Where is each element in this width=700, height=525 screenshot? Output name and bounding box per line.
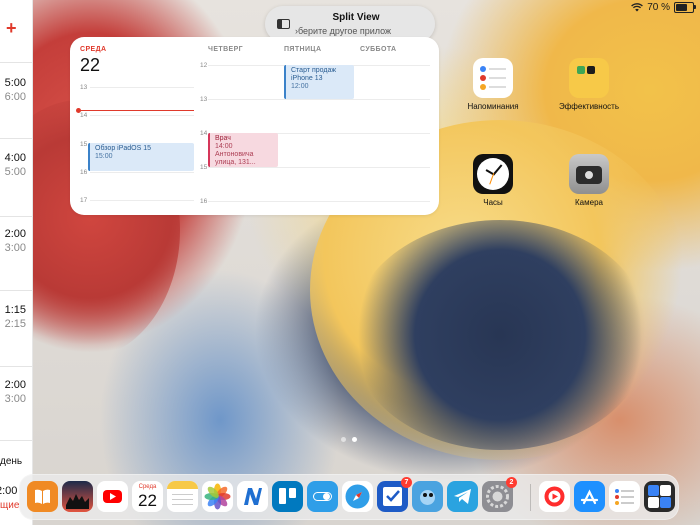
event-time: 14:00 xyxy=(215,143,233,150)
app-productivity-folder[interactable]: Эффективность xyxy=(554,58,624,111)
toggle-app-icon[interactable] xyxy=(307,481,338,512)
books-icon[interactable] xyxy=(27,481,58,512)
settings-badge: 2 xyxy=(506,477,517,488)
telegram-icon[interactable] xyxy=(447,481,478,512)
camera-icon xyxy=(569,154,609,194)
split-view-title: Split View xyxy=(332,12,380,23)
hour-label: 15 xyxy=(200,164,208,171)
dock-separator xyxy=(530,484,531,511)
hour-label: 16 xyxy=(80,169,88,176)
event-title: Врач xyxy=(215,135,231,142)
hour-label: 13 xyxy=(200,96,208,103)
reminders-icon[interactable] xyxy=(609,481,640,512)
page-dot-active xyxy=(352,437,357,442)
notes-icon[interactable] xyxy=(167,481,198,512)
nova-icon[interactable] xyxy=(237,481,268,512)
dock: Среда 22 7 2 xyxy=(19,474,679,520)
hour-label: 13 xyxy=(80,84,88,91)
current-time-indicator xyxy=(76,108,194,113)
news-icon[interactable] xyxy=(62,481,93,512)
tasks-app[interactable]: 7 xyxy=(377,477,412,512)
app-label: Эффективность xyxy=(558,102,620,111)
add-event-button[interactable]: + xyxy=(6,18,17,39)
event-end-time: 6:00 xyxy=(4,91,26,103)
trello-icon[interactable] xyxy=(272,481,303,512)
page-dot xyxy=(341,437,346,442)
event-doctor[interactable]: Врач 14:00 Антоновича улица, 131... xyxy=(208,133,278,167)
app-camera[interactable]: Камера xyxy=(554,154,624,207)
event-title: Старт продаж iPhone 13 xyxy=(291,67,337,82)
upcoming-label[interactable]: щие xyxy=(0,500,19,511)
translate-icon[interactable] xyxy=(644,481,675,512)
status-bar: 70 % xyxy=(631,2,696,13)
split-view-hint: ›берите другое прилож xyxy=(295,26,392,36)
app-label: Часы xyxy=(483,198,503,207)
youtube-icon[interactable] xyxy=(97,481,128,512)
event-start-time: 2:00 xyxy=(4,379,26,391)
event-ipados-review[interactable]: Обзор iPadOS 15 15:00 xyxy=(88,143,194,171)
event-end-time: 5:00 xyxy=(4,166,26,178)
event-time: 12:00 xyxy=(291,83,309,90)
photos-icon[interactable] xyxy=(202,481,233,512)
music-icon[interactable] xyxy=(539,481,570,512)
event-end-time: 3:00 xyxy=(4,393,26,405)
column-header-saturday: СУББОТА xyxy=(360,46,397,53)
event-start-time: 2:00 xyxy=(0,485,18,497)
column-header-friday: ПЯТНИЦА xyxy=(284,46,322,53)
calendar-date-label: 22 xyxy=(138,491,157,510)
event-start-time: 1:15 xyxy=(4,304,26,316)
battery-percentage: 70 % xyxy=(647,2,670,13)
column-header-thursday: ЧЕТВЕРГ xyxy=(208,46,244,53)
event-start-time: 2:00 xyxy=(4,228,26,240)
battery-icon xyxy=(674,2,696,13)
event-start-time: 5:00 xyxy=(4,77,26,89)
event-title: Обзор iPadOS 15 xyxy=(95,145,152,152)
calendar-widget[interactable]: СРЕДА ЧЕТВЕРГ ПЯТНИЦА СУББОТА 22 13 14 1… xyxy=(70,37,439,215)
wifi-icon xyxy=(631,3,644,12)
event-time: 15:00 xyxy=(95,153,113,160)
hour-label: 14 xyxy=(200,130,208,137)
app-clock[interactable]: Часы xyxy=(458,154,528,207)
today-date: 22 xyxy=(80,55,101,75)
clock-icon xyxy=(473,154,513,194)
tasks-badge: 7 xyxy=(401,477,412,488)
app-label: Напоминания xyxy=(467,102,519,111)
hour-label: 16 xyxy=(200,198,208,205)
app-store-icon[interactable] xyxy=(574,481,605,512)
hour-label: 14 xyxy=(80,112,88,119)
event-iphone-sales[interactable]: Старт продаж iPhone 13 12:00 xyxy=(284,65,354,99)
calendar-split-panel: + 5:00 6:00 4:00 5:00 2:00 3:00 1:15 2:1… xyxy=(0,0,33,525)
calendar-icon[interactable]: Среда 22 xyxy=(132,481,163,512)
reminders-icon xyxy=(473,58,513,98)
productivity-folder-icon xyxy=(569,58,609,98)
page-indicator[interactable] xyxy=(341,437,357,442)
app-reminders[interactable]: Напоминания xyxy=(458,58,528,111)
tweetbot-icon[interactable] xyxy=(412,481,443,512)
event-end-time: 3:00 xyxy=(4,242,26,254)
app-label: Камера xyxy=(575,198,603,207)
calendar-day-label: Среда xyxy=(138,484,157,490)
hour-label: 17 xyxy=(80,197,88,204)
day-label: день xyxy=(0,456,23,467)
event-start-time: 4:00 xyxy=(4,152,26,164)
column-header-wednesday: СРЕДА xyxy=(80,46,107,53)
event-location: Антоновича улица, 131... xyxy=(215,151,256,166)
settings-app[interactable]: 2 xyxy=(482,477,517,512)
safari-icon[interactable] xyxy=(342,481,373,512)
event-end-time: 2:15 xyxy=(4,318,26,330)
hour-label: 12 xyxy=(200,62,208,69)
hour-label: 15 xyxy=(80,141,88,148)
